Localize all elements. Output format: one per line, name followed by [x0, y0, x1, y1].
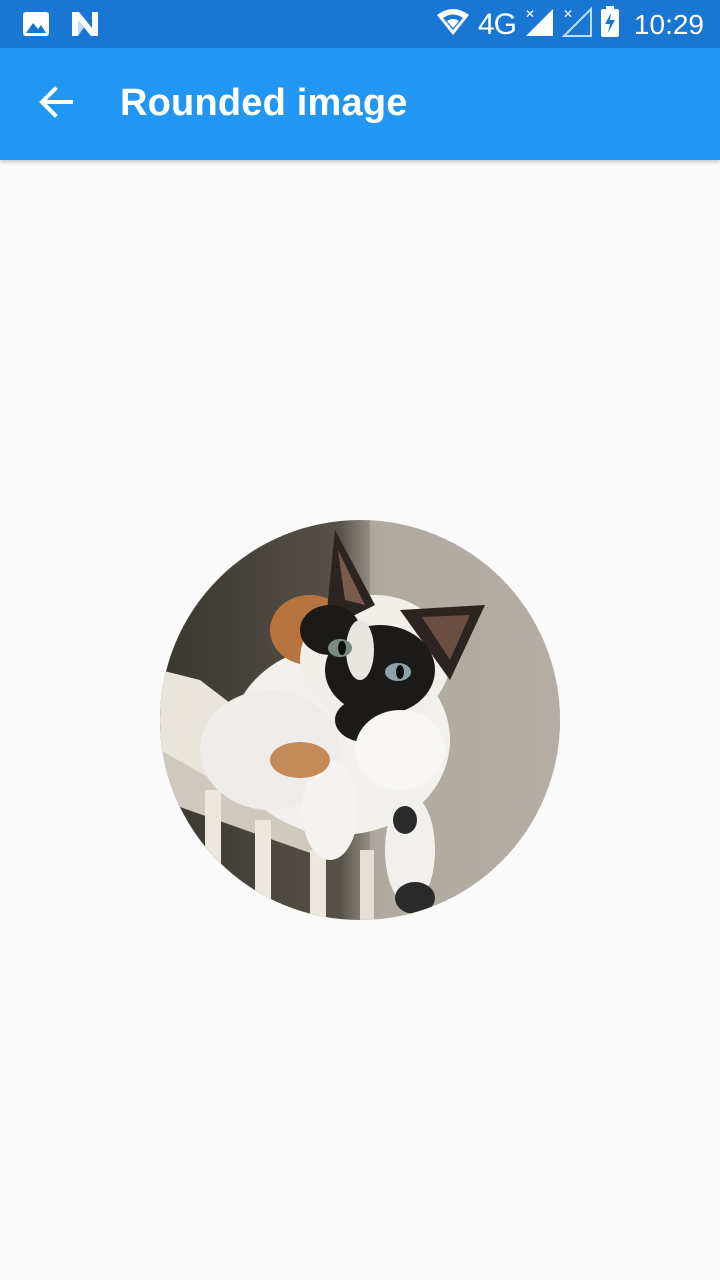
cat-photo: [160, 520, 560, 920]
wifi-icon: [436, 7, 470, 42]
signal-icon: ✕: [524, 7, 554, 42]
back-button[interactable]: [20, 68, 92, 140]
clock: 10:29: [633, 8, 704, 40]
svg-text:✕: ✕: [525, 7, 535, 21]
arrow-back-icon: [38, 84, 74, 125]
n-app-icon: [70, 10, 100, 43]
svg-text:✕: ✕: [563, 7, 573, 21]
signal-no-sim-icon: ✕: [561, 6, 592, 42]
page-title: Rounded image: [120, 82, 408, 124]
rounded-cat-image: [160, 520, 560, 920]
network-type: 4G: [477, 7, 517, 41]
battery-charging-icon: [600, 6, 620, 43]
status-bar: 4G ✕ ✕ 10:29: [0, 0, 720, 48]
app-bar: Rounded image: [0, 48, 720, 160]
image-icon: [22, 11, 50, 42]
